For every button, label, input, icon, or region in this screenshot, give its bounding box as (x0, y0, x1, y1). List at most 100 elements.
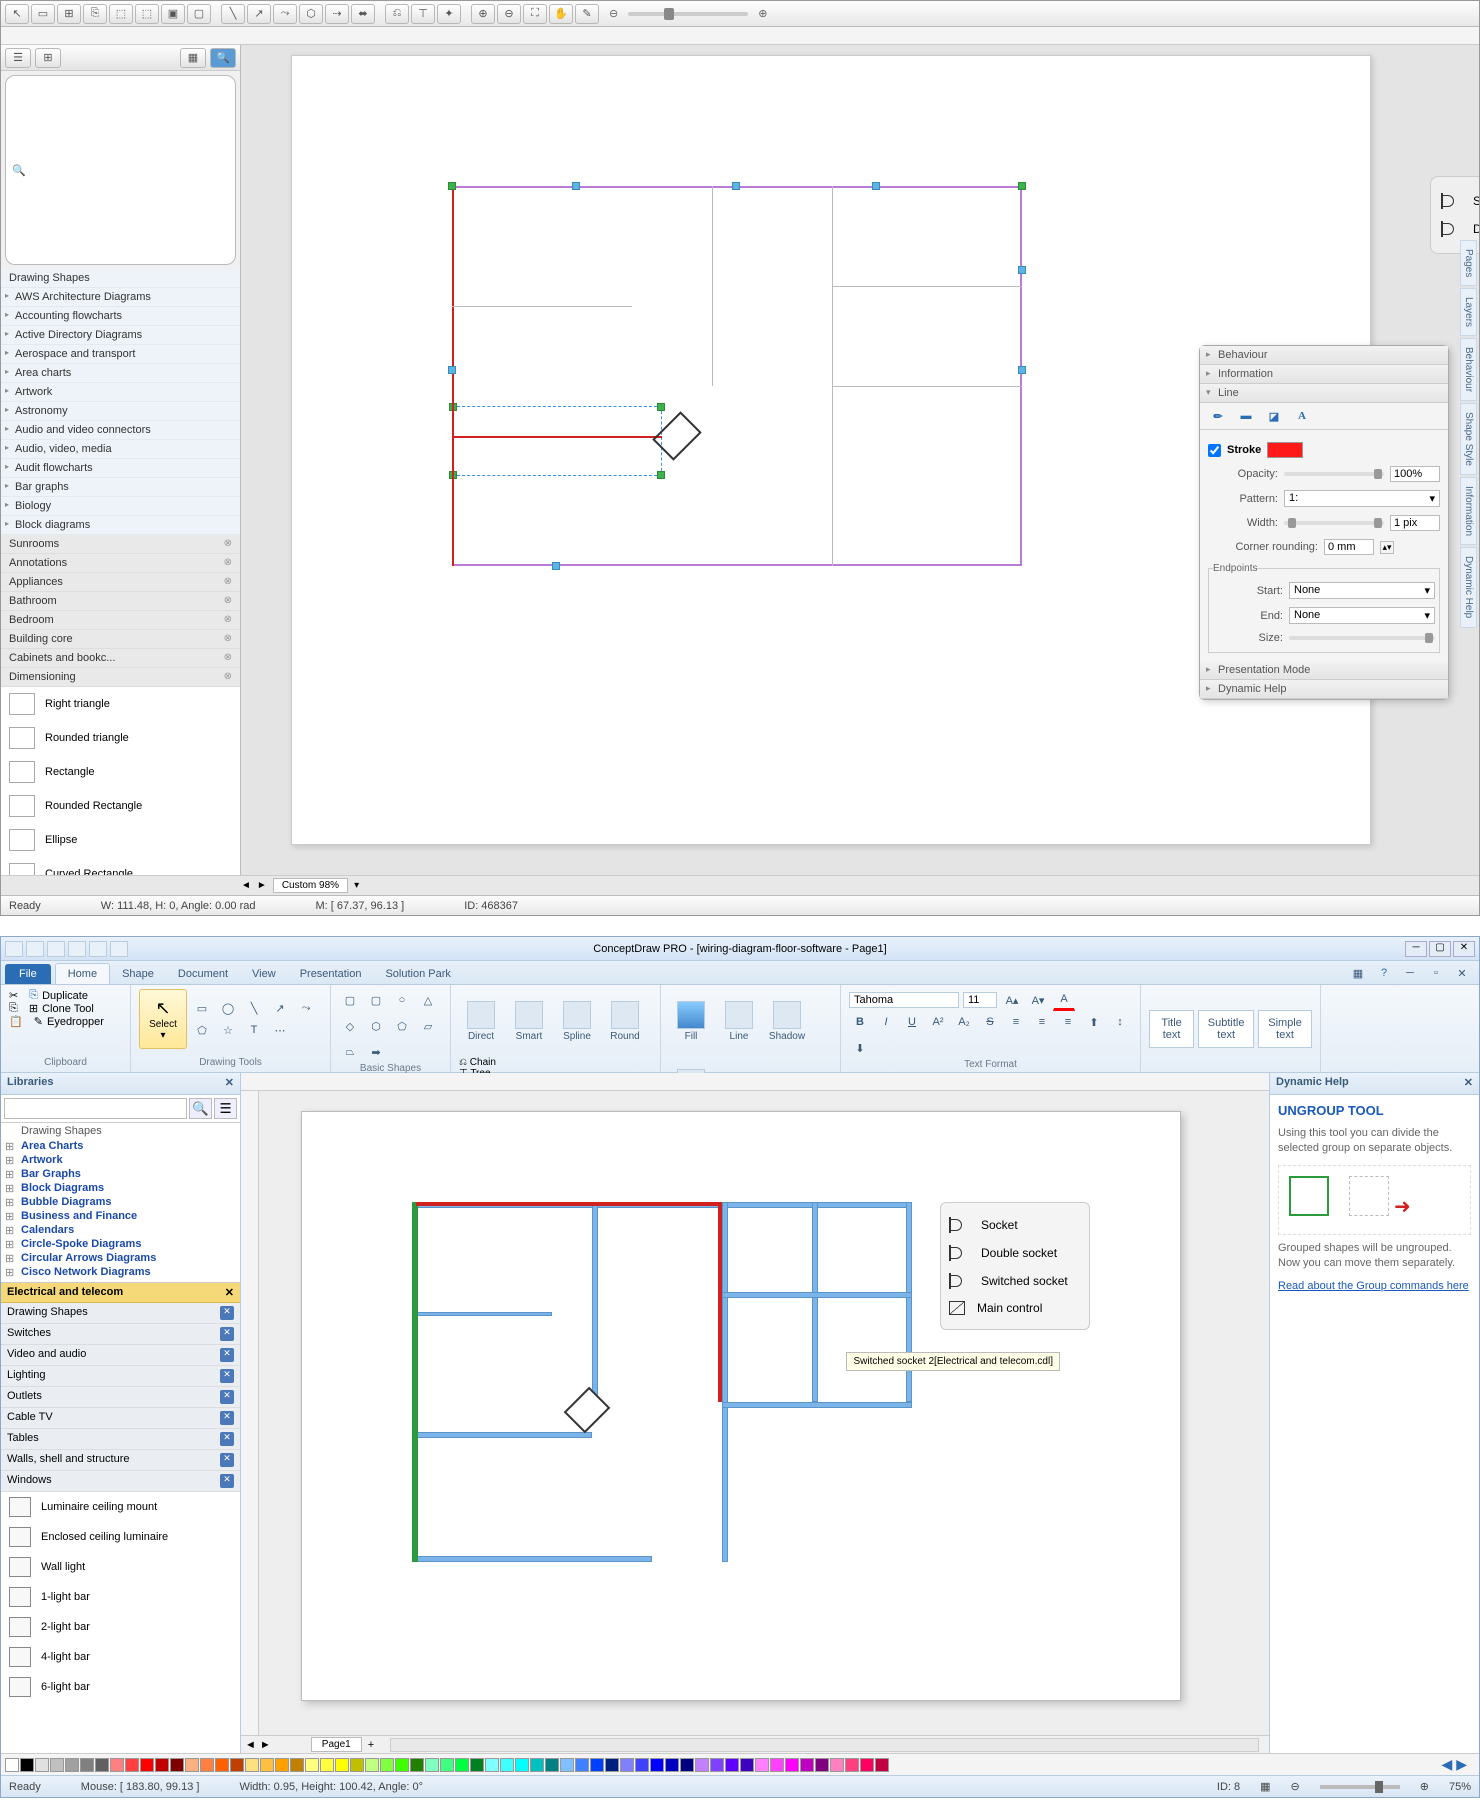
shape-item[interactable]: 6-light bar (1, 1672, 240, 1702)
bs-dia-icon[interactable]: ◇ (339, 1015, 361, 1037)
category-item[interactable]: Aerospace and transport (1, 345, 240, 364)
library-item[interactable]: Lighting✕ (1, 1366, 240, 1387)
corner-stepper[interactable]: ▴▾ (1380, 541, 1394, 554)
library-item[interactable]: Appliances⊗ (1, 573, 240, 592)
strike-button[interactable]: S (979, 1011, 1001, 1033)
color-swatch[interactable] (200, 1758, 214, 1772)
shape-rect-icon[interactable]: ▭ (191, 997, 213, 1019)
color-swatch[interactable] (35, 1758, 49, 1772)
color-swatch[interactable] (110, 1758, 124, 1772)
shrink-font-icon[interactable]: A▾ (1027, 989, 1049, 1011)
corner-input[interactable] (1324, 539, 1374, 555)
tree-item[interactable]: Business and Finance (1, 1209, 240, 1223)
super-button[interactable]: A² (927, 1011, 949, 1033)
tree-item[interactable]: Bar Graphs (1, 1167, 240, 1181)
library-item[interactable]: Cabinets and bookc...⊗ (1, 649, 240, 668)
lib-close-icon[interactable]: ✕ (220, 1390, 234, 1404)
lib-close-icon[interactable]: ✕ (220, 1411, 234, 1425)
shape-item[interactable]: Rounded Rectangle (1, 789, 240, 823)
sheet-add-icon[interactable]: + (362, 1739, 380, 1751)
tool-conn-icon[interactable]: ⇢ (325, 4, 349, 24)
conn-round-button[interactable]: Round (603, 989, 647, 1053)
library-item[interactable]: Sunrooms⊗ (1, 535, 240, 554)
floorplan-2[interactable] (412, 1202, 912, 1562)
color-swatch[interactable] (620, 1758, 634, 1772)
shape-item[interactable]: Curved Rectangle (1, 857, 240, 875)
tool-back-icon[interactable]: ▢ (187, 4, 211, 24)
tree-item[interactable]: Area Charts (1, 1139, 240, 1153)
color-swatch[interactable] (860, 1758, 874, 1772)
color-swatch[interactable] (695, 1758, 709, 1772)
side-tab[interactable]: Layers (1460, 288, 1477, 336)
lib-close-icon[interactable]: ⊗ (224, 595, 232, 607)
color-swatch[interactable] (20, 1758, 34, 1772)
color-swatch[interactable] (635, 1758, 649, 1772)
shape-item[interactable]: 1-light bar (1, 1582, 240, 1612)
conn-chain-button[interactable]: ⎌ Chain (459, 1057, 496, 1068)
qat-save-icon[interactable] (47, 941, 65, 957)
category-item[interactable]: Artwork (1, 383, 240, 402)
color-swatch[interactable] (830, 1758, 844, 1772)
paste-icon[interactable]: 📋 (9, 1015, 23, 1028)
fontsize-combo[interactable] (963, 992, 997, 1008)
color-swatch[interactable] (5, 1758, 19, 1772)
library-item[interactable]: Building core⊗ (1, 630, 240, 649)
bold-button[interactable]: B (849, 1011, 871, 1033)
valign-mid-icon[interactable]: ↕ (1109, 1011, 1131, 1033)
category-item[interactable]: Biology (1, 497, 240, 516)
category-item[interactable]: Audio, video, media (1, 440, 240, 459)
color-swatch[interactable] (515, 1758, 529, 1772)
tool-smart-icon[interactable]: ⬌ (351, 4, 375, 24)
shape-item[interactable]: Enclosed ceiling luminaire (1, 1522, 240, 1552)
tab-text-icon[interactable]: A (1292, 407, 1312, 425)
ribbon-style-icon[interactable]: ▦ (1347, 962, 1369, 984)
color-swatch[interactable] (80, 1758, 94, 1772)
subtitle-text-button[interactable]: Subtitle text (1198, 1010, 1254, 1048)
lib-close-icon[interactable]: ✕ (220, 1327, 234, 1341)
shape-text-icon[interactable]: T (243, 1019, 265, 1041)
conn-direct-button[interactable]: Direct (459, 989, 503, 1053)
library-item[interactable]: Dimensioning⊗ (1, 668, 240, 687)
ribbon-close-icon[interactable]: ✕ (1451, 962, 1473, 984)
stroke-color-swatch[interactable] (1267, 442, 1303, 458)
color-swatch[interactable] (785, 1758, 799, 1772)
color-swatch[interactable] (470, 1758, 484, 1772)
lib-close-icon[interactable]: ✕ (220, 1348, 234, 1362)
bs-arrow-icon[interactable]: ➡ (365, 1041, 387, 1063)
color-swatch[interactable] (290, 1758, 304, 1772)
qat-new-icon[interactable] (5, 941, 23, 957)
help-close-icon[interactable]: ✕ (1464, 1076, 1473, 1091)
color-swatch[interactable] (740, 1758, 754, 1772)
lib-close-icon[interactable]: ⊗ (224, 671, 232, 683)
color-swatch[interactable] (455, 1758, 469, 1772)
active-lib-header[interactable]: Electrical and telecom (7, 1286, 123, 1299)
sb-search-icon[interactable]: 🔍 (210, 48, 236, 68)
color-swatch[interactable] (335, 1758, 349, 1772)
tool-poly-icon[interactable]: ⬡ (299, 4, 323, 24)
color-swatch[interactable] (95, 1758, 109, 1772)
width-slider[interactable] (1284, 521, 1384, 525)
shape-curve-icon[interactable]: ⤳ (295, 997, 317, 1019)
color-swatch[interactable] (140, 1758, 154, 1772)
tool-grid-icon[interactable]: ⊞ (57, 4, 81, 24)
library-item[interactable]: Bathroom⊗ (1, 592, 240, 611)
shapes-search[interactable]: 🔍 (5, 75, 236, 265)
underline-button[interactable]: U (901, 1011, 923, 1033)
shape-item[interactable]: Rounded triangle (1, 721, 240, 755)
ribbon-help-icon[interactable]: ? (1373, 962, 1395, 984)
bs-hex-icon[interactable]: ⬡ (365, 1015, 387, 1037)
shape-item[interactable]: 4-light bar (1, 1642, 240, 1672)
tab-pen-icon[interactable]: ✏ (1208, 407, 1228, 425)
sb-grid-icon[interactable]: ⊞ (35, 48, 61, 68)
width-input[interactable] (1390, 515, 1440, 531)
help-link[interactable]: Read about the Group commands here (1278, 1280, 1469, 1292)
tab-home[interactable]: Home (55, 963, 110, 984)
ribbon-min-icon[interactable]: ─ (1399, 962, 1421, 984)
color-swatch[interactable] (815, 1758, 829, 1772)
color-swatch[interactable] (230, 1758, 244, 1772)
color-swatch[interactable] (50, 1758, 64, 1772)
category-item[interactable]: Block diagrams (1, 516, 240, 535)
tab-presentation[interactable]: Presentation (288, 964, 374, 984)
lib-search-button[interactable]: 🔍 (189, 1098, 212, 1119)
side-tab[interactable]: Information (1460, 477, 1477, 545)
